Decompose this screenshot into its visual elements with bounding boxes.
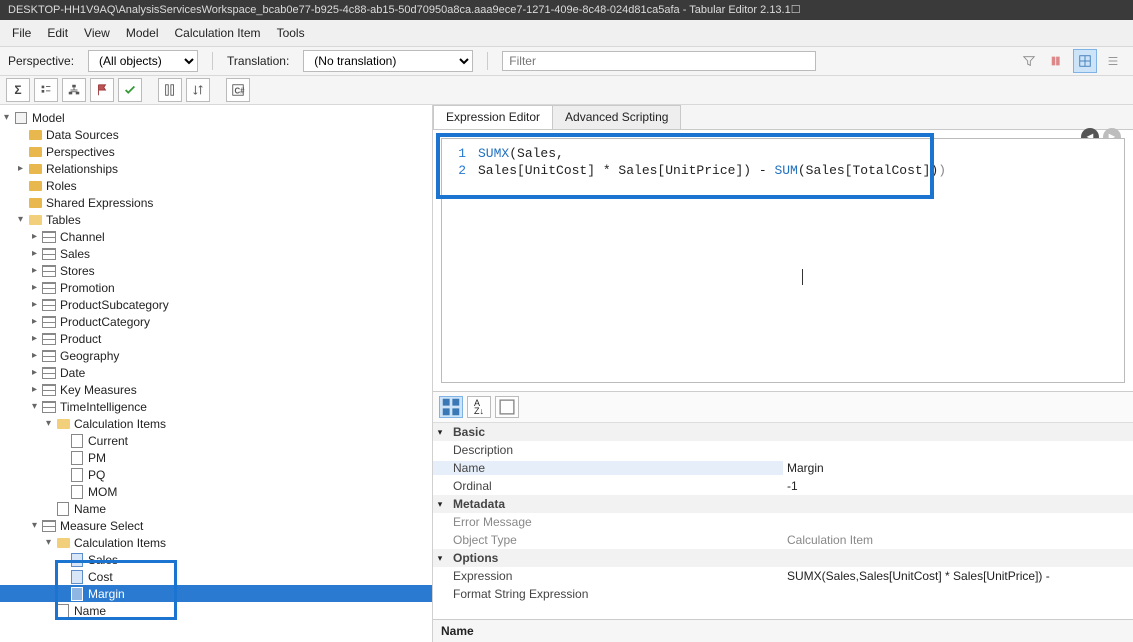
tree-model[interactable]: ▾Model bbox=[0, 109, 432, 126]
prop-cat-basic[interactable]: ▾Basic bbox=[433, 423, 1133, 441]
tree-ci-pm[interactable]: PM bbox=[0, 449, 432, 466]
tree-ci-sales[interactable]: Sales bbox=[0, 551, 432, 568]
model-tree[interactable]: ▾Model Data Sources Perspectives ▸Relati… bbox=[0, 105, 433, 642]
columns2-icon[interactable] bbox=[158, 78, 182, 102]
prop-ordinal[interactable]: Ordinal-1 bbox=[433, 477, 1133, 495]
toolbar-sep bbox=[146, 78, 154, 102]
tree-table-stores[interactable]: ▸Stores bbox=[0, 262, 432, 279]
menu-model[interactable]: Model bbox=[126, 26, 159, 40]
tree-table-sales[interactable]: ▸Sales bbox=[0, 245, 432, 262]
property-pages-button[interactable] bbox=[495, 396, 519, 418]
tree-ci-margin[interactable]: Margin bbox=[0, 585, 432, 602]
maximize-button[interactable]: ☐ bbox=[791, 3, 1119, 16]
filter-row: Perspective: (All objects) Translation: … bbox=[0, 47, 1133, 76]
code-editor[interactable]: 12 SUMX(Sales, Sales[UnitCost] * Sales[U… bbox=[441, 138, 1125, 383]
prop-objecttype[interactable]: Object TypeCalculation Item bbox=[433, 531, 1133, 549]
property-description-title: Name bbox=[441, 624, 1125, 638]
tree-table-keymeasures[interactable]: ▸Key Measures bbox=[0, 381, 432, 398]
tree-calcitems-ms[interactable]: ▾Calculation Items bbox=[0, 534, 432, 551]
tab-expression-editor[interactable]: Expression Editor bbox=[433, 105, 553, 129]
tree-table-product[interactable]: ▸Product bbox=[0, 330, 432, 347]
sigma-icon[interactable]: Σ bbox=[6, 78, 30, 102]
menu-file[interactable]: File bbox=[12, 26, 31, 40]
translation-label: Translation: bbox=[227, 54, 289, 68]
tree-shared[interactable]: Shared Expressions bbox=[0, 194, 432, 211]
tree-ci-cost[interactable]: Cost bbox=[0, 568, 432, 585]
tree-datasources[interactable]: Data Sources bbox=[0, 126, 432, 143]
tab-advanced-scripting[interactable]: Advanced Scripting bbox=[552, 105, 681, 129]
tree-ci-current[interactable]: Current bbox=[0, 432, 432, 449]
editor-tabs: Expression Editor Advanced Scripting bbox=[433, 105, 1133, 130]
tree-ci-pq[interactable]: PQ bbox=[0, 466, 432, 483]
prop-errormessage[interactable]: Error Message bbox=[433, 513, 1133, 531]
tree-tables[interactable]: ▾Tables bbox=[0, 211, 432, 228]
tree-table-prodcat[interactable]: ▸ProductCategory bbox=[0, 313, 432, 330]
menu-bar: File Edit View Model Calculation Item To… bbox=[0, 20, 1133, 47]
title-bar: DESKTOP-HH1V9AQ\AnalysisServicesWorkspac… bbox=[0, 0, 1133, 20]
script-icon[interactable]: C# bbox=[226, 78, 250, 102]
outline-icon[interactable] bbox=[34, 78, 58, 102]
sort-icon[interactable] bbox=[186, 78, 210, 102]
filter-icon[interactable] bbox=[1017, 49, 1041, 73]
prop-expression[interactable]: ExpressionSUMX(Sales,Sales[UnitCost] * S… bbox=[433, 567, 1133, 585]
prop-formatstring[interactable]: Format String Expression bbox=[433, 585, 1133, 603]
tree-table-timeintelligence[interactable]: ▾TimeIntelligence bbox=[0, 398, 432, 415]
menu-calculation-item[interactable]: Calculation Item bbox=[175, 26, 261, 40]
perspective-label: Perspective: bbox=[8, 54, 74, 68]
tree-ci-mom[interactable]: MOM bbox=[0, 483, 432, 500]
categorized-view-button[interactable] bbox=[439, 396, 463, 418]
tree-calcitems-ti[interactable]: ▾Calculation Items bbox=[0, 415, 432, 432]
tree-relationships[interactable]: ▸Relationships bbox=[0, 160, 432, 177]
expression-editor-panel: ◄ ► 12 SUMX(Sales, Sales[UnitCost] * Sal… bbox=[433, 130, 1133, 392]
columns-icon[interactable] bbox=[1045, 49, 1069, 73]
flag-icon[interactable] bbox=[90, 78, 114, 102]
tree-table-promotion[interactable]: ▸Promotion bbox=[0, 279, 432, 296]
translation-select[interactable]: (No translation) bbox=[303, 50, 473, 72]
text-caret bbox=[802, 269, 803, 285]
prop-description[interactable]: Description bbox=[433, 441, 1133, 459]
prop-cat-metadata[interactable]: ▾Metadata bbox=[433, 495, 1133, 513]
perspective-select[interactable]: (All objects) bbox=[88, 50, 198, 72]
tree-table-channel[interactable]: ▸Channel bbox=[0, 228, 432, 245]
window-title: DESKTOP-HH1V9AQ\AnalysisServicesWorkspac… bbox=[8, 4, 791, 16]
menu-view[interactable]: View bbox=[84, 26, 110, 40]
toolbar: Σ C# bbox=[0, 76, 1133, 105]
prop-name[interactable]: NameMargin bbox=[433, 459, 1133, 477]
tree-ms-name[interactable]: Name bbox=[0, 602, 432, 619]
prop-cat-options[interactable]: ▾Options bbox=[433, 549, 1133, 567]
tree-table-measureselect[interactable]: ▾Measure Select bbox=[0, 517, 432, 534]
tree-roles[interactable]: Roles bbox=[0, 177, 432, 194]
list-icon[interactable] bbox=[1101, 49, 1125, 73]
menu-tools[interactable]: Tools bbox=[277, 26, 305, 40]
tree-table-date[interactable]: ▸Date bbox=[0, 364, 432, 381]
svg-text:C#: C# bbox=[235, 87, 246, 96]
tree-table-geo[interactable]: ▸Geography bbox=[0, 347, 432, 364]
alphabetical-view-button[interactable]: AZ↓ bbox=[467, 396, 491, 418]
filter-input[interactable] bbox=[502, 51, 816, 71]
hierarchy-icon[interactable] bbox=[62, 78, 86, 102]
tree-perspectives[interactable]: Perspectives bbox=[0, 143, 432, 160]
grid-icon[interactable] bbox=[1073, 49, 1097, 73]
properties-panel: AZ↓ ▾Basic Description NameMargin Ordina… bbox=[433, 392, 1133, 642]
tree-ti-name[interactable]: Name bbox=[0, 500, 432, 517]
menu-edit[interactable]: Edit bbox=[47, 26, 68, 40]
tree-table-prodsub[interactable]: ▸ProductSubcategory bbox=[0, 296, 432, 313]
toolbar-sep2 bbox=[214, 78, 222, 102]
check-icon[interactable] bbox=[118, 78, 142, 102]
